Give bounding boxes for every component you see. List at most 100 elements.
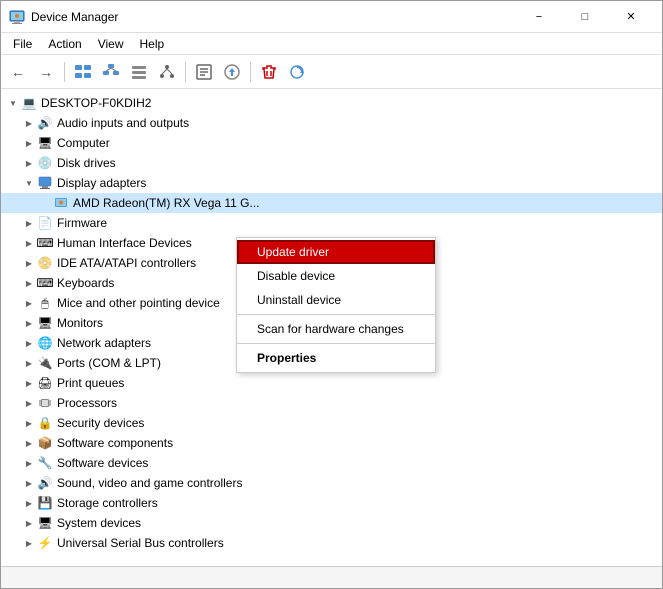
tree-item-display[interactable]: Display adapters bbox=[1, 173, 662, 193]
menu-file[interactable]: File bbox=[5, 35, 40, 53]
print-expand-btn[interactable] bbox=[21, 375, 37, 391]
tree-item-usb[interactable]: ⚡ Universal Serial Bus controllers bbox=[1, 533, 662, 553]
monitors-icon: 🖥 bbox=[37, 315, 53, 331]
swcomp-expand-btn[interactable] bbox=[21, 435, 37, 451]
tree-item-audio[interactable]: 🔊 Audio inputs and outputs bbox=[1, 113, 662, 133]
context-menu: Update driver Disable device Uninstall d… bbox=[236, 237, 436, 373]
menu-view[interactable]: View bbox=[90, 35, 132, 53]
tree-item-storage[interactable]: 💾 Storage controllers bbox=[1, 493, 662, 513]
properties-button[interactable] bbox=[191, 59, 217, 85]
root-label: DESKTOP-F0KDIH2 bbox=[41, 96, 151, 110]
toolbar-sep-2 bbox=[185, 62, 186, 82]
hid-label: Human Interface Devices bbox=[57, 236, 192, 250]
swdev-icon: 🔧 bbox=[37, 455, 53, 471]
app-icon bbox=[9, 9, 25, 25]
sound-label: Sound, video and game controllers bbox=[57, 476, 242, 490]
ports-expand-btn[interactable] bbox=[21, 355, 37, 371]
ports-icon: 🔌 bbox=[37, 355, 53, 371]
devices-by-type-button[interactable] bbox=[70, 59, 96, 85]
mice-label: Mice and other pointing device bbox=[57, 296, 220, 310]
ctx-sep-1 bbox=[237, 314, 435, 315]
tree-item-swdev[interactable]: 🔧 Software devices bbox=[1, 453, 662, 473]
toolbar: ← → bbox=[1, 55, 662, 89]
disk-icon: 💿 bbox=[37, 155, 53, 171]
uninstall-button[interactable] bbox=[256, 59, 282, 85]
ide-expand-btn[interactable] bbox=[21, 255, 37, 271]
amd-icon bbox=[53, 195, 69, 211]
tree-item-print[interactable]: 🖨 Print queues bbox=[1, 373, 662, 393]
tree-root[interactable]: 💻 DESKTOP-F0KDIH2 bbox=[1, 93, 662, 113]
swdev-label: Software devices bbox=[57, 456, 148, 470]
network-expand-btn[interactable] bbox=[21, 335, 37, 351]
swdev-expand-btn[interactable] bbox=[21, 455, 37, 471]
forward-button[interactable]: → bbox=[33, 59, 59, 85]
menu-action[interactable]: Action bbox=[40, 35, 89, 53]
security-label: Security devices bbox=[57, 416, 144, 430]
keyboard-expand-btn[interactable] bbox=[21, 275, 37, 291]
keyboard-label: Keyboards bbox=[57, 276, 114, 290]
ctx-properties[interactable]: Properties bbox=[237, 346, 435, 370]
tree-item-firmware[interactable]: 📄 Firmware bbox=[1, 213, 662, 233]
ctx-sep-2 bbox=[237, 343, 435, 344]
close-button[interactable]: ✕ bbox=[608, 1, 654, 33]
storage-label: Storage controllers bbox=[57, 496, 158, 510]
storage-expand-btn[interactable] bbox=[21, 495, 37, 511]
scan-changes-button[interactable] bbox=[284, 59, 310, 85]
tree-item-computer[interactable]: 🖥 Computer bbox=[1, 133, 662, 153]
computer-icon: 💻 bbox=[21, 95, 37, 111]
ide-icon: 📀 bbox=[37, 255, 53, 271]
ctx-scan[interactable]: Scan for hardware changes bbox=[237, 317, 435, 341]
print-label: Print queues bbox=[57, 376, 124, 390]
tree-item-amd[interactable]: AMD Radeon(TM) RX Vega 11 G... bbox=[1, 193, 662, 213]
print-icon: 🖨 bbox=[37, 375, 53, 391]
root-expand-btn[interactable] bbox=[5, 95, 21, 111]
ctx-update-driver[interactable]: Update driver bbox=[237, 240, 435, 264]
tree-item-security[interactable]: 🔒 Security devices bbox=[1, 413, 662, 433]
firmware-expand-btn[interactable] bbox=[21, 215, 37, 231]
devices-by-connection-button[interactable] bbox=[98, 59, 124, 85]
sysdev-expand-btn[interactable] bbox=[21, 515, 37, 531]
amd-label: AMD Radeon(TM) RX Vega 11 G... bbox=[73, 196, 260, 210]
resources-by-connection-button[interactable] bbox=[154, 59, 180, 85]
amd-expand-btn bbox=[37, 195, 53, 211]
window-controls: − □ ✕ bbox=[516, 1, 654, 33]
tree-item-sound[interactable]: 🔊 Sound, video and game controllers bbox=[1, 473, 662, 493]
ctx-uninstall-device[interactable]: Uninstall device bbox=[237, 288, 435, 312]
audio-expand-btn[interactable] bbox=[21, 115, 37, 131]
title-bar: Device Manager − □ ✕ bbox=[1, 1, 662, 33]
tree-item-sysdev[interactable]: 🖥 System devices bbox=[1, 513, 662, 533]
ports-label: Ports (COM & LPT) bbox=[57, 356, 161, 370]
monitors-label: Monitors bbox=[57, 316, 103, 330]
resources-by-type-button[interactable] bbox=[126, 59, 152, 85]
ctx-disable-device[interactable]: Disable device bbox=[237, 264, 435, 288]
monitors-expand-btn[interactable] bbox=[21, 315, 37, 331]
maximize-button[interactable]: □ bbox=[562, 1, 608, 33]
minimize-button[interactable]: − bbox=[516, 1, 562, 33]
hid-expand-btn[interactable] bbox=[21, 235, 37, 251]
computer-expand-btn[interactable] bbox=[21, 135, 37, 151]
menu-help[interactable]: Help bbox=[132, 35, 173, 53]
processors-expand-btn[interactable] bbox=[21, 395, 37, 411]
disk-expand-btn[interactable] bbox=[21, 155, 37, 171]
update-driver-button[interactable] bbox=[219, 59, 245, 85]
keyboard-icon: ⌨ bbox=[37, 275, 53, 291]
usb-icon: ⚡ bbox=[37, 535, 53, 551]
window-title: Device Manager bbox=[31, 10, 516, 24]
mice-expand-btn[interactable] bbox=[21, 295, 37, 311]
sound-expand-btn[interactable] bbox=[21, 475, 37, 491]
swcomp-label: Software components bbox=[57, 436, 173, 450]
security-expand-btn[interactable] bbox=[21, 415, 37, 431]
display-expand-btn[interactable] bbox=[21, 175, 37, 191]
network-label: Network adapters bbox=[57, 336, 151, 350]
back-button[interactable]: ← bbox=[5, 59, 31, 85]
tree-item-processors[interactable]: Processors bbox=[1, 393, 662, 413]
usb-label: Universal Serial Bus controllers bbox=[57, 536, 224, 550]
usb-expand-btn[interactable] bbox=[21, 535, 37, 551]
security-icon: 🔒 bbox=[37, 415, 53, 431]
tree-item-disk[interactable]: 💿 Disk drives bbox=[1, 153, 662, 173]
computer-label: Computer bbox=[57, 136, 110, 150]
tree-item-swcomp[interactable]: 📦 Software components bbox=[1, 433, 662, 453]
menu-bar: File Action View Help bbox=[1, 33, 662, 55]
device-manager-window: Device Manager − □ ✕ File Action View He… bbox=[0, 0, 663, 589]
computer-icon2: 🖥 bbox=[37, 135, 53, 151]
